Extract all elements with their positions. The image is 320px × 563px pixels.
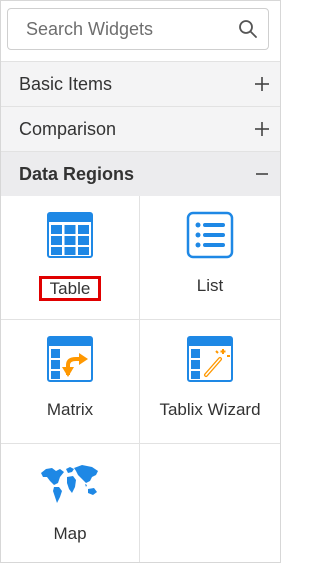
list-icon bbox=[186, 211, 234, 259]
tablix-wizard-icon bbox=[186, 335, 234, 383]
search-area bbox=[1, 1, 280, 61]
widget-label: Tablix Wizard bbox=[159, 400, 261, 419]
section-comparison[interactable]: Comparison bbox=[1, 106, 280, 151]
widget-panel: Basic Items Comparison Data Regions bbox=[0, 0, 281, 563]
section-data-regions[interactable]: Data Regions bbox=[1, 151, 280, 196]
widget-map[interactable]: Map bbox=[1, 444, 140, 562]
section-label: Basic Items bbox=[19, 73, 113, 94]
widget-list[interactable]: List bbox=[140, 196, 280, 320]
search-box[interactable] bbox=[7, 8, 269, 50]
table-icon bbox=[46, 211, 94, 259]
search-input[interactable] bbox=[8, 9, 246, 49]
widget-matrix[interactable]: Matrix bbox=[1, 320, 140, 444]
widget-label-text: Table bbox=[38, 276, 102, 301]
widget-label: Matrix bbox=[46, 400, 94, 419]
section-label: Data Regions bbox=[19, 163, 135, 184]
map-icon bbox=[38, 459, 102, 507]
widget-label: List bbox=[196, 276, 224, 295]
search-icon[interactable] bbox=[238, 19, 258, 39]
widget-table[interactable]: Table bbox=[1, 196, 140, 320]
widget-label: Table bbox=[1, 276, 139, 301]
widget-label: Map bbox=[53, 524, 87, 543]
widget-grid: Table List Matrix Tablix Wizard Map bbox=[1, 196, 280, 562]
expand-plus-icon[interactable] bbox=[254, 121, 270, 137]
matrix-icon bbox=[46, 335, 94, 383]
collapse-minus-icon[interactable] bbox=[254, 166, 270, 182]
section-label: Comparison bbox=[19, 118, 117, 139]
section-basic-items[interactable]: Basic Items bbox=[1, 61, 280, 106]
expand-plus-icon[interactable] bbox=[254, 76, 270, 92]
empty-grid-cell bbox=[140, 444, 280, 562]
widget-tablix-wizard[interactable]: Tablix Wizard bbox=[140, 320, 280, 444]
